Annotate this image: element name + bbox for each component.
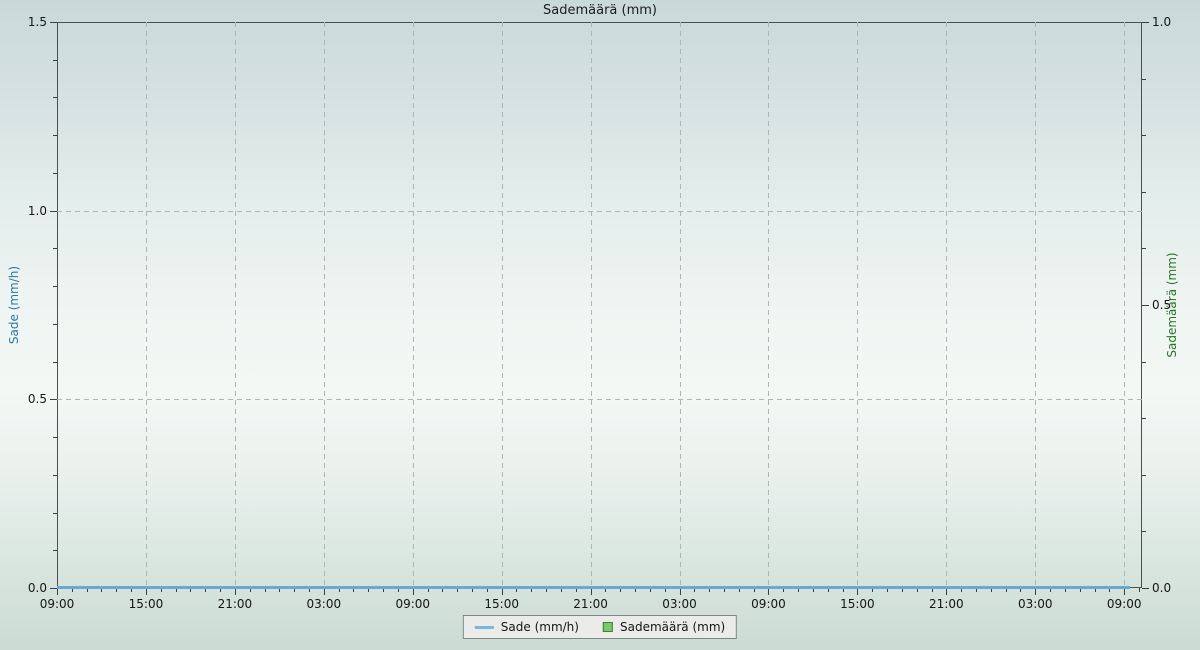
x-major-tick (1124, 588, 1125, 595)
x-major-tick (502, 588, 503, 595)
x-tick-label: 09:00 (1107, 597, 1142, 611)
legend-label-sademaara: Sademäärä (mm) (620, 620, 725, 634)
x-tick-label: 15:00 (129, 597, 164, 611)
x-tick-label: 09:00 (751, 597, 786, 611)
x-major-tick (57, 588, 58, 595)
x-tick-label: 03:00 (307, 597, 342, 611)
y-left-minor-tick (53, 437, 57, 438)
x-tick-label: 09:00 (395, 597, 430, 611)
y-left-minor-tick (53, 60, 57, 61)
legend-item-sademaara: Sademäärä (mm) (603, 620, 725, 634)
v-gridline (857, 22, 858, 588)
y-left-major-tick (50, 399, 57, 400)
y-right-major-tick (1142, 22, 1149, 23)
x-major-tick (146, 588, 147, 595)
x-tick-label: 21:00 (573, 597, 608, 611)
x-major-tick (680, 588, 681, 595)
y-left-tick-label: 0.0 (7, 581, 47, 595)
x-major-tick (413, 588, 414, 595)
y-left-minor-tick (53, 286, 57, 287)
series-line-sade (57, 586, 1130, 589)
y-left-minor-tick (53, 475, 57, 476)
v-gridline (413, 22, 414, 588)
y-right-major-tick (1142, 305, 1149, 306)
y-left-minor-tick (53, 362, 57, 363)
x-major-tick (324, 588, 325, 595)
x-major-tick (768, 588, 769, 595)
v-gridline (146, 22, 147, 588)
h-gridline (57, 211, 1142, 212)
y-left-minor-tick (53, 248, 57, 249)
legend-item-sade: Sade (mm/h) (475, 620, 579, 634)
legend: Sade (mm/h) Sademäärä (mm) (463, 615, 737, 639)
y-right-tick-label: 0.0 (1152, 581, 1192, 595)
x-tick-label: 03:00 (662, 597, 697, 611)
v-gridline (768, 22, 769, 588)
y-right-tick-label: 0.5 (1152, 298, 1192, 312)
y-right-minor-tick (1142, 192, 1146, 193)
x-minor-tick (1139, 588, 1140, 592)
x-tick-label: 15:00 (484, 597, 519, 611)
precipitation-chart: Sademäärä (mm) Sade (mm/h) Sademäärä (mm… (0, 0, 1200, 650)
y-right-minor-tick (1142, 531, 1146, 532)
y-left-major-tick (50, 211, 57, 212)
h-gridline (57, 399, 1142, 400)
y-right-minor-tick (1142, 475, 1146, 476)
v-gridline (591, 22, 592, 588)
x-tick-label: 03:00 (1018, 597, 1053, 611)
v-gridline (324, 22, 325, 588)
x-tick-label: 15:00 (840, 597, 875, 611)
y-left-minor-tick (53, 173, 57, 174)
v-gridline (235, 22, 236, 588)
legend-label-sade: Sade (mm/h) (501, 620, 579, 634)
x-major-tick (591, 588, 592, 595)
y-right-minor-tick (1142, 79, 1146, 80)
x-major-tick (235, 588, 236, 595)
chart-title: Sademäärä (mm) (0, 3, 1200, 18)
x-major-tick (1035, 588, 1036, 595)
y-right-minor-tick (1142, 135, 1146, 136)
v-gridline (946, 22, 947, 588)
y-right-minor-tick (1142, 418, 1146, 419)
line-marker-icon (475, 626, 494, 629)
x-tick-label: 21:00 (929, 597, 964, 611)
y-left-tick-label: 1.0 (7, 204, 47, 218)
v-gridline (502, 22, 503, 588)
v-gridline (1124, 22, 1125, 588)
y-left-minor-tick (53, 513, 57, 514)
v-gridline (1035, 22, 1036, 588)
v-gridline (680, 22, 681, 588)
y-left-minor-tick (53, 550, 57, 551)
square-marker-icon (603, 622, 613, 632)
y-left-tick-label: 1.5 (7, 15, 47, 29)
y-left-minor-tick (53, 135, 57, 136)
x-major-tick (946, 588, 947, 595)
y-left-minor-tick (53, 324, 57, 325)
y-right-minor-tick (1142, 248, 1146, 249)
y-right-minor-tick (1142, 362, 1146, 363)
y-left-tick-label: 0.5 (7, 392, 47, 406)
y-right-tick-label: 1.0 (1152, 15, 1192, 29)
y-left-minor-tick (53, 97, 57, 98)
x-tick-label: 09:00 (40, 597, 75, 611)
plot-area (57, 22, 1142, 588)
y-right-major-tick (1142, 588, 1149, 589)
x-major-tick (857, 588, 858, 595)
left-axis-title: Sade (mm/h) (7, 266, 21, 344)
x-tick-label: 21:00 (218, 597, 253, 611)
y-left-major-tick (50, 588, 57, 589)
y-left-major-tick (50, 22, 57, 23)
